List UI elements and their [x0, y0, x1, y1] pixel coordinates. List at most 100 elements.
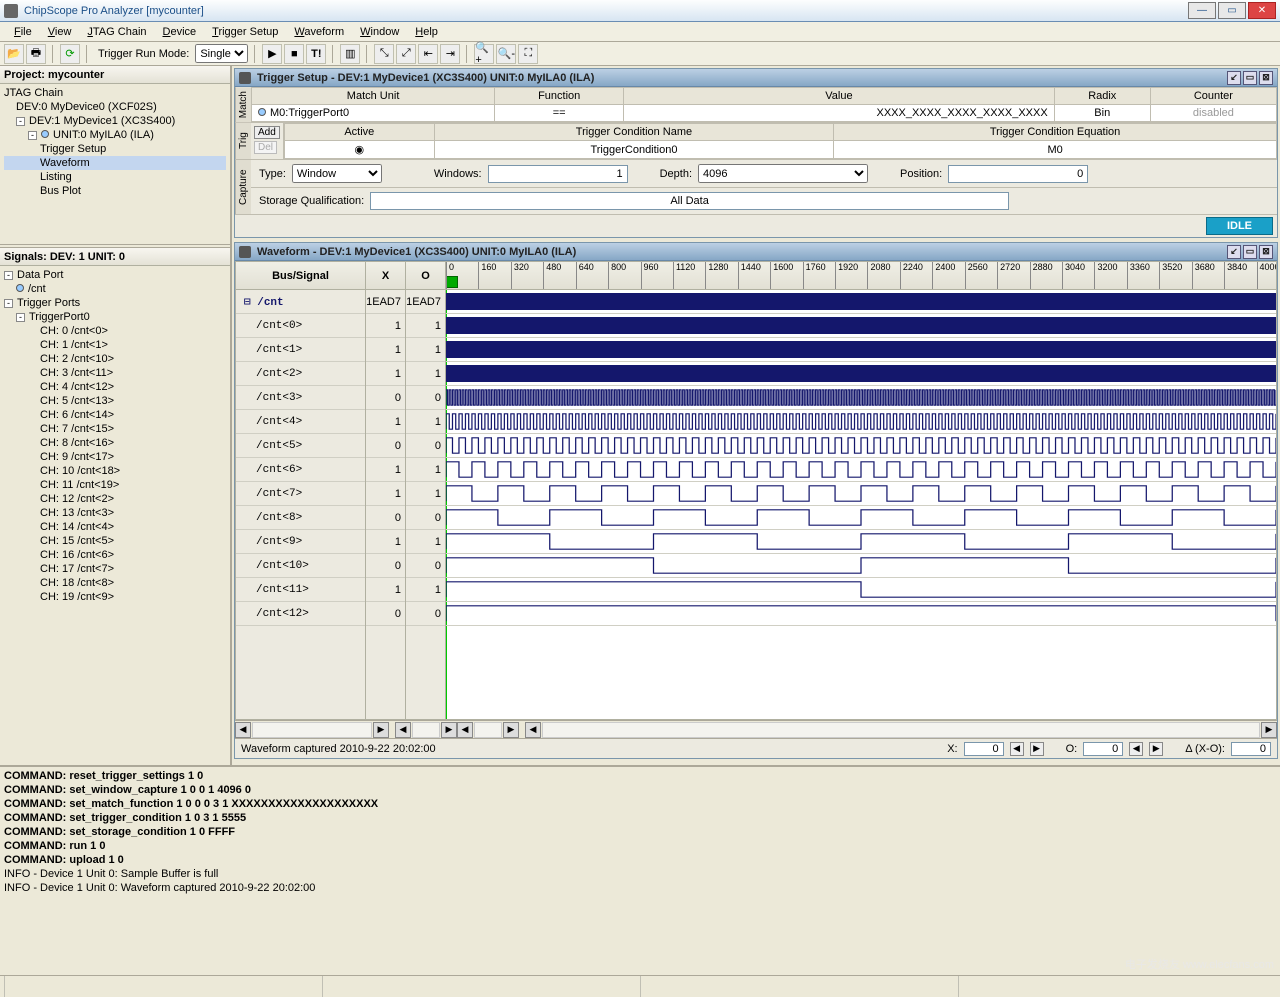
t-exclaim-icon[interactable]: T!: [306, 44, 326, 64]
stop-icon[interactable]: ■: [284, 44, 304, 64]
trig-tab[interactable]: Trig: [235, 123, 251, 159]
close-button[interactable]: ✕: [1248, 2, 1276, 19]
tree-item[interactable]: -DEV:1 MyDevice1 (XC3S400): [4, 114, 226, 128]
panel-max-icon[interactable]: ▭: [1243, 71, 1257, 85]
radix-cell[interactable]: Bin: [1054, 105, 1150, 122]
signal-row[interactable]: /cnt<9>: [236, 530, 365, 554]
view1-icon[interactable]: ▥: [340, 44, 360, 64]
tree-item[interactable]: Trigger Setup: [4, 142, 226, 156]
wave-row[interactable]: [446, 410, 1276, 434]
o-prev-icon[interactable]: ◀: [1129, 742, 1143, 756]
menu-trigger-setup[interactable]: Trigger Setup: [204, 24, 286, 40]
signal-row[interactable]: /cnt<2>: [236, 362, 365, 386]
x-prev-icon[interactable]: ◀: [1010, 742, 1024, 756]
panel-restore-icon[interactable]: ↙: [1227, 245, 1241, 259]
tree-item[interactable]: -UNIT:0 MyILA0 (ILA): [4, 128, 226, 142]
hscroll-right-icon[interactable]: ▶: [503, 722, 519, 738]
channel-item[interactable]: CH: 10 /cnt<18>: [4, 464, 226, 478]
goto-x-icon[interactable]: ⤡: [374, 44, 394, 64]
tree-item[interactable]: Listing: [4, 170, 226, 184]
tree-item[interactable]: /cnt: [4, 282, 226, 296]
function-cell[interactable]: ==: [495, 105, 624, 122]
wave-row[interactable]: [446, 434, 1276, 458]
menu-jtag-chain[interactable]: JTAG Chain: [79, 24, 154, 40]
wave-row[interactable]: [446, 578, 1276, 602]
wave-row[interactable]: [446, 314, 1276, 338]
tree-item[interactable]: -TriggerPort0: [4, 310, 226, 324]
menu-window[interactable]: Window: [352, 24, 407, 40]
signals-tree[interactable]: -Data Port/cnt-Trigger Ports-TriggerPort…: [0, 266, 230, 765]
value-cell[interactable]: XXXX_XXXX_XXXX_XXXX_XXXX: [624, 105, 1055, 122]
channel-item[interactable]: CH: 5 /cnt<13>: [4, 394, 226, 408]
channel-item[interactable]: CH: 17 /cnt<7>: [4, 562, 226, 576]
hscroll-right-icon[interactable]: ▶: [373, 722, 389, 738]
channel-item[interactable]: CH: 16 /cnt<6>: [4, 548, 226, 562]
goto-prev-icon[interactable]: ⇤: [418, 44, 438, 64]
panel-close-icon[interactable]: ⊠: [1259, 245, 1273, 259]
signal-row[interactable]: /cnt<0>: [236, 314, 365, 338]
channel-item[interactable]: CH: 15 /cnt<5>: [4, 534, 226, 548]
match-unit-cell[interactable]: M0:TriggerPort0: [252, 105, 495, 122]
signal-row[interactable]: /cnt<7>: [236, 482, 365, 506]
signal-row[interactable]: /cnt<12>: [236, 602, 365, 626]
wave-row[interactable]: [446, 554, 1276, 578]
wave-row[interactable]: [446, 458, 1276, 482]
x-hscroll[interactable]: [412, 722, 440, 738]
hscroll-left-icon[interactable]: ◀: [395, 722, 411, 738]
channel-item[interactable]: CH: 6 /cnt<14>: [4, 408, 226, 422]
signal-row[interactable]: /cnt<4>: [236, 410, 365, 434]
storage-input[interactable]: [370, 192, 1009, 210]
x-next-icon[interactable]: ▶: [1030, 742, 1044, 756]
tree-item[interactable]: -Trigger Ports: [4, 296, 226, 310]
channel-item[interactable]: CH: 1 /cnt<1>: [4, 338, 226, 352]
wave-hscroll-left-icon[interactable]: ◀: [525, 722, 541, 738]
depth-select[interactable]: 4096: [698, 164, 868, 183]
wave-row[interactable]: [446, 362, 1276, 386]
panel-max-icon[interactable]: ▭: [1243, 245, 1257, 259]
tree-item[interactable]: DEV:0 MyDevice0 (XCF02S): [4, 100, 226, 114]
o-next-icon[interactable]: ▶: [1149, 742, 1163, 756]
trigger-run-mode-select[interactable]: Single: [195, 44, 248, 63]
hscroll-left-icon[interactable]: ◀: [457, 722, 473, 738]
signal-row[interactable]: ⊟ /cnt: [236, 290, 365, 314]
tree-item[interactable]: JTAG Chain: [4, 86, 226, 100]
expand-icon[interactable]: -: [4, 271, 13, 280]
channel-item[interactable]: CH: 14 /cnt<4>: [4, 520, 226, 534]
channel-item[interactable]: CH: 9 /cnt<17>: [4, 450, 226, 464]
add-button[interactable]: Add: [254, 126, 280, 139]
signal-row[interactable]: /cnt<6>: [236, 458, 365, 482]
wave-row[interactable]: [446, 530, 1276, 554]
menu-file[interactable]: File: [6, 24, 40, 40]
expand-icon[interactable]: -: [16, 117, 25, 126]
minimize-button[interactable]: —: [1188, 2, 1216, 19]
o-hscroll[interactable]: [474, 722, 502, 738]
match-tab[interactable]: Match: [235, 87, 251, 122]
project-tree[interactable]: JTAG ChainDEV:0 MyDevice0 (XCF02S)-DEV:1…: [0, 84, 230, 244]
channel-item[interactable]: CH: 12 /cnt<2>: [4, 492, 226, 506]
expand-icon[interactable]: -: [4, 299, 13, 308]
channel-item[interactable]: CH: 13 /cnt<3>: [4, 506, 226, 520]
wave-row[interactable]: [446, 386, 1276, 410]
zoom-in-icon[interactable]: 🔍+: [474, 44, 494, 64]
cond-name-cell[interactable]: TriggerCondition0: [434, 141, 833, 159]
signal-row[interactable]: /cnt<11>: [236, 578, 365, 602]
maximize-button[interactable]: ▭: [1218, 2, 1246, 19]
console[interactable]: COMMAND: reset_trigger_settings 1 0COMMA…: [0, 765, 1280, 975]
hscroll-left-icon[interactable]: ◀: [235, 722, 251, 738]
channel-item[interactable]: CH: 3 /cnt<11>: [4, 366, 226, 380]
zoom-out-icon[interactable]: 🔍-: [496, 44, 516, 64]
menu-view[interactable]: View: [40, 24, 80, 40]
active-radio[interactable]: ◉: [284, 141, 434, 159]
menu-device[interactable]: Device: [155, 24, 205, 40]
wave-row[interactable]: [446, 290, 1276, 314]
channel-item[interactable]: CH: 2 /cnt<10>: [4, 352, 226, 366]
windows-input[interactable]: [488, 165, 628, 183]
print-icon[interactable]: 🖶: [26, 44, 46, 64]
signal-row[interactable]: /cnt<1>: [236, 338, 365, 362]
run-icon[interactable]: ▶: [262, 44, 282, 64]
channel-item[interactable]: CH: 18 /cnt<8>: [4, 576, 226, 590]
tree-item[interactable]: Bus Plot: [4, 184, 226, 198]
capture-tab[interactable]: Capture: [235, 160, 251, 214]
name-hscroll[interactable]: [252, 722, 372, 738]
expand-icon[interactable]: -: [16, 313, 25, 322]
